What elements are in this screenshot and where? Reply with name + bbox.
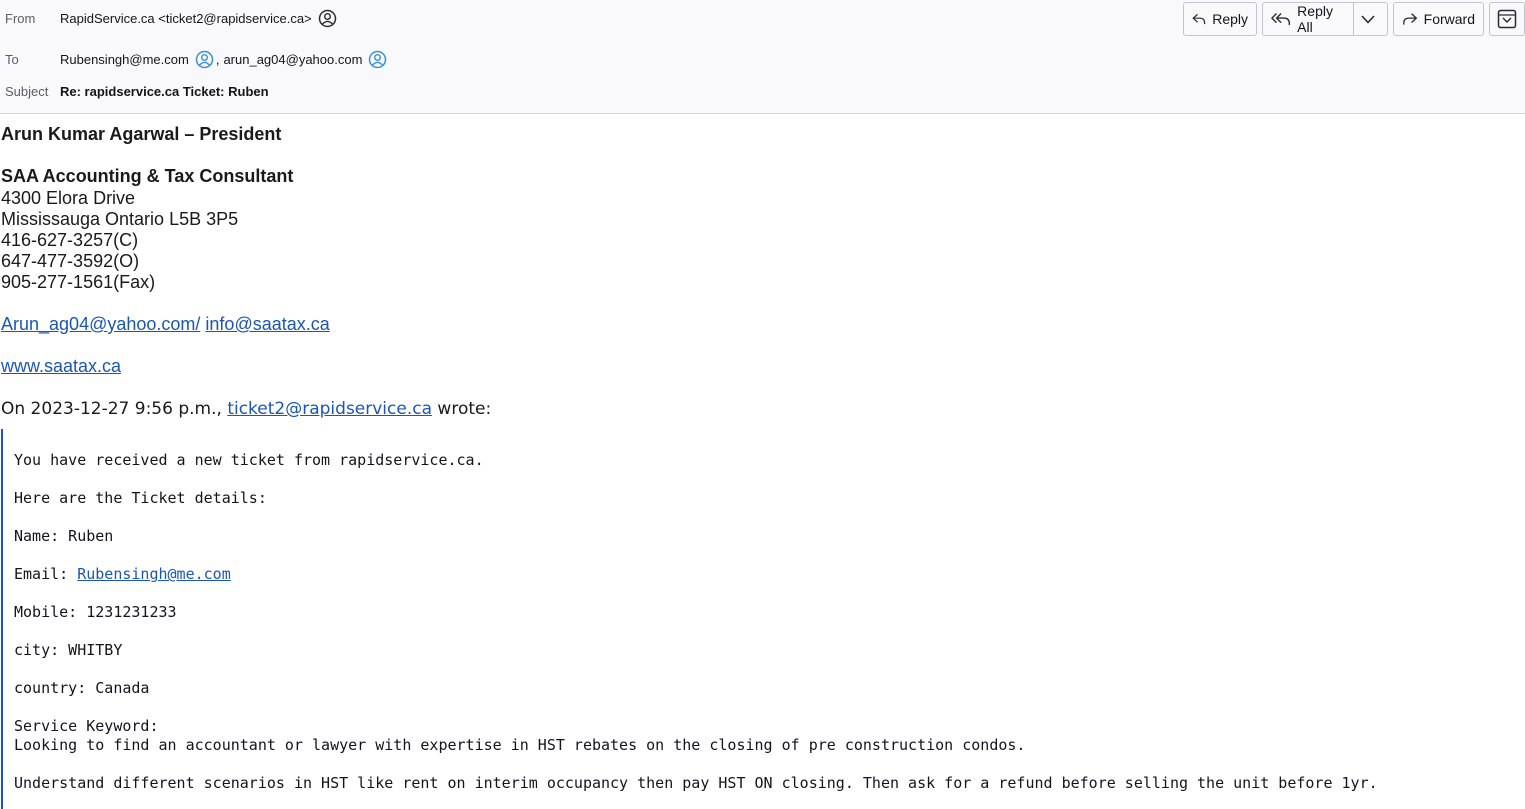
reply-icon	[1192, 13, 1206, 25]
from-value[interactable]: RapidService.ca <ticket2@rapidservice.ca…	[60, 9, 337, 28]
recipient-2[interactable]: arun_ag04@yahoo.com	[223, 52, 362, 67]
chevron-down-icon	[1360, 14, 1375, 24]
forward-label: Forward	[1423, 11, 1475, 27]
email-link-yahoo[interactable]: Arun_ag04@yahoo.com/	[1, 314, 200, 334]
from-row: From RapidService.ca <ticket2@rapidservi…	[0, 8, 1180, 28]
quote-service-keyword-label: Service Keyword:	[14, 717, 159, 735]
recipient-1[interactable]: Rubensingh@me.com	[60, 52, 189, 67]
website-link[interactable]: www.saatax.ca	[1, 356, 121, 376]
subject-label: Subject	[5, 83, 49, 99]
quote-name: Name: Ruben	[14, 527, 114, 545]
quote-service-line-1: Looking to find an accountant or lawyer …	[14, 736, 1026, 754]
reply-label: Reply	[1212, 11, 1248, 27]
quote-email-label: Email:	[14, 565, 69, 583]
signature-emails: Arun_ag04@yahoo.com/ info@saatax.ca	[1, 314, 330, 335]
to-row: To Rubensingh@me.com , arun_ag04@yahoo.c…	[0, 49, 1180, 69]
signature-address-2: Mississauga Ontario L5B 3P5	[1, 209, 239, 229]
subject-value: Re: rapidservice.ca Ticket: Ruben	[60, 83, 269, 99]
from-label: From	[5, 10, 36, 26]
email-link-saatax[interactable]: info@saatax.ca	[205, 314, 329, 334]
reply-button[interactable]: Reply	[1183, 2, 1257, 36]
forward-icon	[1403, 13, 1417, 25]
recipient-separator: ,	[215, 51, 220, 67]
quote-service-line-2: Understand different scenarios in HST li…	[14, 774, 1378, 792]
reply-attribution: On 2023-12-27 9:56 p.m., ticket2@rapidse…	[1, 399, 491, 419]
attribution-suffix: wrote:	[437, 399, 492, 419]
quote-email-link[interactable]: Rubensingh@me.com	[77, 565, 231, 583]
quote-intro: You have received a new ticket from rapi…	[14, 451, 484, 469]
reply-all-button[interactable]: Reply All	[1262, 2, 1388, 36]
quote-city: city: WHITBY	[14, 641, 123, 659]
archive-button[interactable]	[1489, 2, 1525, 36]
attribution-prefix: On 2023-12-27 9:56 p.m.,	[1, 399, 222, 419]
subject-row: Subject Re: rapidservice.ca Ticket: Rube…	[0, 81, 1180, 101]
to-value: Rubensingh@me.com , arun_ag04@yahoo.com	[60, 50, 387, 69]
forward-button[interactable]: Forward	[1393, 2, 1484, 36]
archive-icon	[1497, 9, 1517, 29]
signature-fax: 905-277-1561(Fax)	[1, 272, 156, 292]
add-contact-icon[interactable]	[195, 50, 214, 69]
quote-country: country: Canada	[14, 679, 150, 697]
signature-address-1: 4300 Elora Drive	[1, 188, 136, 208]
attribution-sender-link[interactable]: ticket2@rapidservice.ca	[227, 399, 432, 419]
contact-icon[interactable]	[318, 9, 337, 28]
quote-email: Email: Rubensingh@me.com	[14, 565, 231, 583]
to-label: To	[5, 51, 19, 67]
quote-details-heading: Here are the Ticket details:	[14, 489, 267, 507]
reply-all-icon	[1271, 13, 1291, 25]
add-contact-icon[interactable]	[368, 50, 387, 69]
reply-all-label: Reply All	[1297, 3, 1333, 35]
quote-mobile: Mobile: 1231231233	[14, 603, 177, 621]
message-header: From RapidService.ca <ticket2@rapidservi…	[0, 0, 1525, 114]
signature-phone-cell: 416-627-3257(C)	[1, 230, 139, 250]
reply-all-dropdown[interactable]	[1354, 3, 1387, 35]
signature-phone-office: 647-477-3592(O)	[1, 251, 140, 271]
quoted-message: You have received a new ticket from rapi…	[1, 429, 1521, 809]
signature-website: www.saatax.ca	[1, 356, 121, 377]
signature-company: SAA Accounting & Tax Consultant	[1, 166, 294, 186]
signature-name: Arun Kumar Agarwal – President	[1, 124, 282, 144]
from-address[interactable]: RapidService.ca <ticket2@rapidservice.ca…	[60, 11, 312, 26]
